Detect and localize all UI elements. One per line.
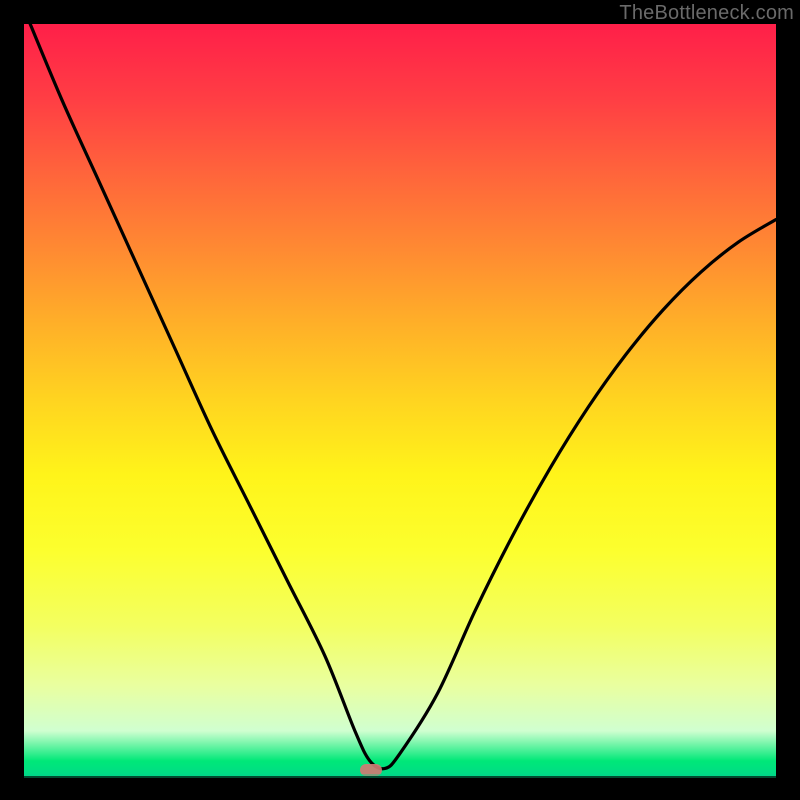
bottleneck-curve [24, 24, 776, 776]
axis-baseline [24, 774, 776, 778]
plot-frame [24, 24, 776, 776]
watermark-text: TheBottleneck.com [619, 2, 794, 25]
